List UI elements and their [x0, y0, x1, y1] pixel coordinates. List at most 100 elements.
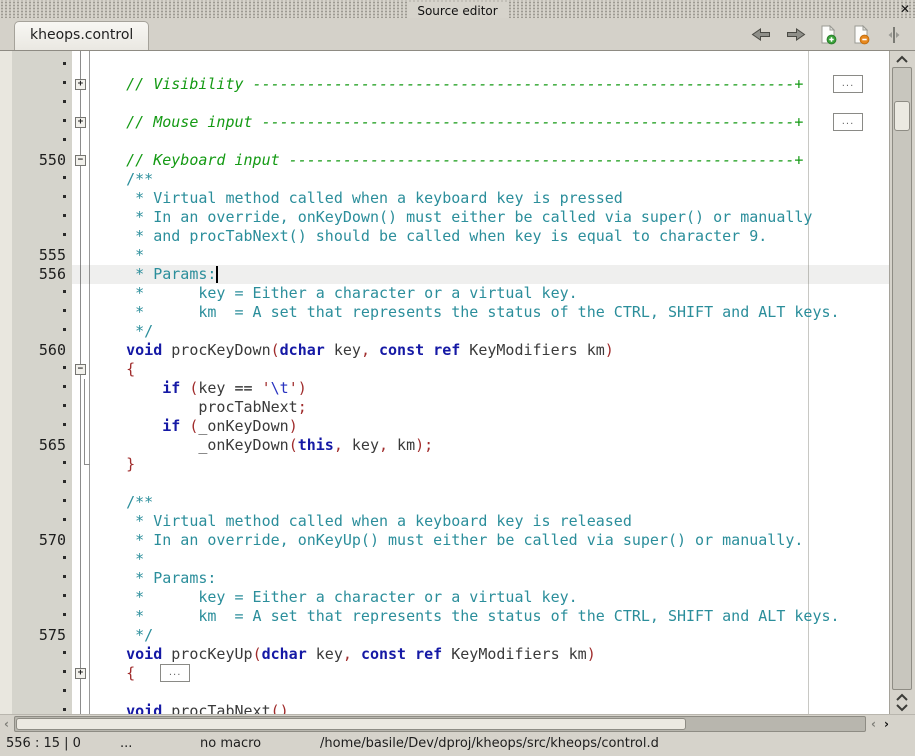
code-line[interactable]: */ [0, 322, 889, 341]
bookmark-cell[interactable] [0, 170, 12, 189]
horizontal-scroll-track[interactable] [14, 716, 866, 732]
bookmark-cell[interactable] [0, 493, 12, 512]
bookmark-cell[interactable] [0, 246, 12, 265]
bookmark-cell[interactable] [0, 398, 12, 417]
code-text[interactable] [90, 474, 889, 493]
code-text[interactable]: procTabNext; [90, 398, 889, 417]
bookmark-cell[interactable] [0, 113, 12, 132]
bookmark-cell[interactable] [0, 208, 12, 227]
code-text[interactable]: void procTabNext() [90, 702, 889, 714]
bookmark-cell[interactable] [0, 702, 12, 714]
code-text[interactable]: * km = A set that represents the status … [90, 607, 889, 626]
code-line[interactable]: 555 * [0, 246, 889, 265]
bookmark-cell[interactable] [0, 531, 12, 550]
folded-code-ellipsis[interactable]: ... [833, 113, 863, 131]
code-line[interactable] [0, 683, 889, 702]
bookmark-cell[interactable] [0, 474, 12, 493]
remove-document-button[interactable] [850, 25, 872, 45]
code-line[interactable]: − { [0, 360, 889, 379]
code-text[interactable]: * Virtual method called when a keyboard … [90, 189, 889, 208]
code-text[interactable]: * key = Either a character or a virtual … [90, 284, 889, 303]
code-text[interactable]: * In an override, onKeyUp() must either … [90, 531, 889, 550]
code-line[interactable]: * Params: [0, 569, 889, 588]
code-text[interactable]: _onKeyDown(this, key, km); [90, 436, 889, 455]
code-text[interactable]: if (_onKeyDown) [90, 417, 889, 436]
code-line[interactable]: * key = Either a character or a virtual … [0, 284, 889, 303]
code-line[interactable] [0, 474, 889, 493]
code-text[interactable]: */ [90, 322, 889, 341]
code-text[interactable]: /** [90, 493, 889, 512]
code-line[interactable]: procTabNext; [0, 398, 889, 417]
folded-code-ellipsis[interactable]: ... [160, 664, 190, 682]
code-text[interactable]: * [90, 246, 889, 265]
horizontal-scroll-thumb[interactable] [16, 718, 686, 730]
code-text[interactable]: // Mouse input -------------------------… [90, 113, 889, 132]
bookmark-cell[interactable] [0, 227, 12, 246]
code-line[interactable] [0, 94, 889, 113]
vertical-scroll-thumb[interactable] [894, 101, 910, 131]
code-text[interactable]: { [90, 360, 889, 379]
new-document-button[interactable] [817, 25, 839, 45]
bookmark-cell[interactable] [0, 360, 12, 379]
bookmark-cell[interactable] [0, 75, 12, 94]
scroll-down-button[interactable] [892, 702, 912, 713]
code-line[interactable]: 575 */ [0, 626, 889, 645]
bookmark-cell[interactable] [0, 56, 12, 75]
scroll-left-button[interactable]: ‹ [0, 716, 13, 732]
fold-collapse-icon[interactable]: − [75, 364, 86, 375]
code-line[interactable]: * km = A set that represents the status … [0, 607, 889, 626]
code-text[interactable]: if (key == '\t') [90, 379, 889, 398]
code-text[interactable]: } [90, 455, 889, 474]
horizontal-scrollbar[interactable]: ‹ ‹ › [0, 714, 915, 733]
folded-code-ellipsis[interactable]: ... [833, 75, 863, 93]
code-line[interactable]: * Virtual method called when a keyboard … [0, 189, 889, 208]
code-line[interactable]: if (_onKeyDown) [0, 417, 889, 436]
bookmark-cell[interactable] [0, 303, 12, 322]
bookmark-cell[interactable] [0, 94, 12, 113]
code-text[interactable]: */ [90, 626, 889, 645]
code-line[interactable]: /** [0, 170, 889, 189]
code-text[interactable]: * Params: [90, 569, 889, 588]
code-line[interactable]: + {... [0, 664, 889, 683]
bookmark-cell[interactable] [0, 379, 12, 398]
window-titlebar[interactable]: Source editor ✕ [0, 0, 915, 18]
bookmark-cell[interactable] [0, 569, 12, 588]
bookmark-cell[interactable] [0, 626, 12, 645]
code-area[interactable]: + // Visibility ------------------------… [0, 51, 889, 714]
code-line[interactable]: + // Mouse input -----------------------… [0, 113, 889, 132]
scroll-right-button[interactable]: › [880, 716, 893, 732]
code-line[interactable]: 570 * In an override, onKeyUp() must eit… [0, 531, 889, 550]
vertical-scrollbar[interactable] [889, 51, 915, 714]
close-icon[interactable]: ✕ [900, 0, 910, 18]
code-line[interactable]: void procTabNext() [0, 702, 889, 714]
code-text[interactable]: * [90, 550, 889, 569]
code-line[interactable]: * Virtual method called when a keyboard … [0, 512, 889, 531]
code-line[interactable]: /** [0, 493, 889, 512]
code-text[interactable] [90, 56, 889, 75]
forward-button[interactable] [784, 25, 806, 45]
code-text[interactable] [90, 94, 889, 113]
scroll-left-button-right[interactable]: ‹ [867, 716, 880, 732]
code-text[interactable]: void procKeyUp(dchar key, const ref KeyM… [90, 645, 889, 664]
code-text[interactable]: * Params: [90, 265, 889, 284]
fold-collapse-icon[interactable]: − [75, 155, 86, 166]
code-line[interactable]: 565 _onKeyDown(this, key, km); [0, 436, 889, 455]
fold-expand-icon[interactable]: + [75, 668, 86, 679]
code-text[interactable]: // Keyboard input ----------------------… [90, 151, 889, 170]
code-text[interactable]: * Virtual method called when a keyboard … [90, 512, 889, 531]
bookmark-cell[interactable] [0, 189, 12, 208]
code-line[interactable]: * km = A set that represents the status … [0, 303, 889, 322]
code-line[interactable]: * key = Either a character or a virtual … [0, 588, 889, 607]
split-view-button[interactable] [883, 25, 905, 45]
code-line[interactable]: 560 void procKeyDown(dchar key, const re… [0, 341, 889, 360]
bookmark-cell[interactable] [0, 151, 12, 170]
bookmark-cell[interactable] [0, 322, 12, 341]
code-text[interactable]: * key = Either a character or a virtual … [90, 588, 889, 607]
bookmark-cell[interactable] [0, 132, 12, 151]
bookmark-cell[interactable] [0, 284, 12, 303]
bookmark-cell[interactable] [0, 664, 12, 683]
code-line[interactable]: 556 * Params: [0, 265, 889, 284]
code-line[interactable]: * [0, 550, 889, 569]
fold-expand-icon[interactable]: + [75, 117, 86, 128]
code-text[interactable]: /** [90, 170, 889, 189]
